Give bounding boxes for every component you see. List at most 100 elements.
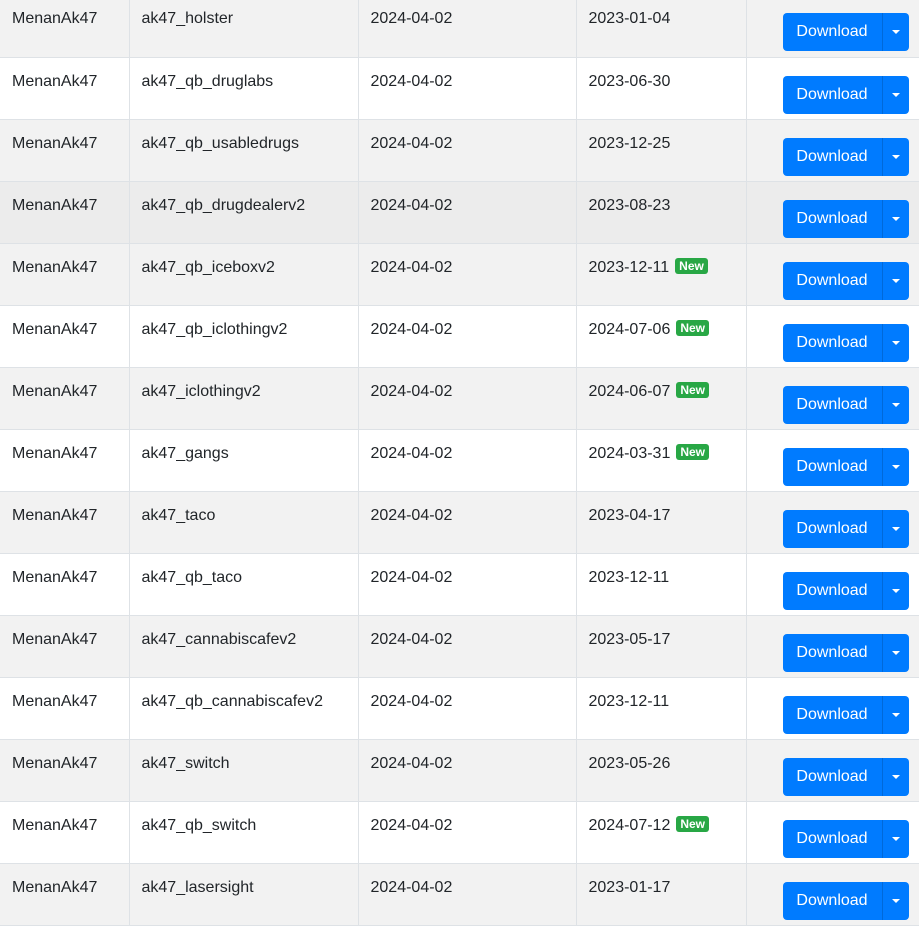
caret-down-icon (891, 898, 900, 903)
resource-cell: ak47_gangs (128, 429, 359, 492)
added-date: 2024-04-02 (370, 506, 453, 524)
updated-date: 2023-06-30 (588, 72, 671, 90)
author-name: MenanAk47 (12, 444, 98, 462)
download-dropdown-toggle[interactable] (881, 199, 909, 238)
action-cell: Download (745, 491, 919, 554)
updated-date-cell: 2023-01-04 (575, 0, 747, 58)
added-date-cell: 2024-04-02 (357, 491, 577, 554)
author-cell: MenanAk47 (0, 243, 130, 306)
added-date-cell: 2024-04-02 (357, 367, 577, 430)
download-button[interactable]: Download (782, 75, 882, 114)
download-dropdown-toggle[interactable] (881, 571, 909, 610)
author-name: MenanAk47 (12, 72, 98, 90)
download-dropdown-toggle[interactable] (881, 695, 909, 734)
download-button[interactable]: Download (782, 13, 882, 51)
resource-name: ak47_taco (141, 506, 216, 524)
updated-date-cell: 2023-05-17 (575, 615, 747, 678)
download-button[interactable]: Download (782, 385, 882, 424)
download-button-group: Download (782, 323, 909, 362)
updated-date: 2023-05-17 (588, 630, 671, 648)
added-date: 2024-04-02 (370, 134, 453, 152)
resource-cell: ak47_qb_switch (128, 801, 359, 864)
table-row: MenanAk47 ak47_qb_switch 2024-04-02 2024… (0, 801, 919, 864)
added-date-cell: 2024-04-02 (357, 305, 577, 368)
download-dropdown-toggle[interactable] (881, 13, 909, 51)
download-button-group: Download (782, 819, 909, 858)
updated-date-cell: 2023-01-17 (575, 863, 747, 926)
action-cell: Download (745, 367, 919, 430)
resource-name: ak47_cannabiscafev2 (141, 630, 297, 648)
author-cell: MenanAk47 (0, 57, 130, 120)
download-button-group: Download (782, 261, 909, 300)
added-date-cell: 2024-04-02 (357, 863, 577, 926)
action-cell: Download (745, 863, 919, 926)
caret-down-icon (891, 30, 900, 34)
updated-date-cell: 2024-06-07 New (575, 367, 747, 430)
action-cell: Download (745, 57, 919, 120)
download-dropdown-toggle[interactable] (881, 323, 909, 362)
download-button[interactable]: Download (782, 137, 882, 176)
updated-date: 2023-12-11 (588, 568, 670, 586)
download-button[interactable]: Download (782, 447, 882, 486)
action-cell: Download (745, 0, 919, 58)
download-button[interactable]: Download (782, 757, 882, 796)
download-button[interactable]: Download (782, 819, 882, 858)
added-date: 2024-04-02 (370, 196, 453, 214)
download-button[interactable]: Download (782, 509, 882, 548)
updated-date: 2023-05-26 (588, 754, 671, 772)
caret-down-icon (891, 92, 900, 97)
download-dropdown-toggle[interactable] (881, 881, 909, 920)
action-cell: Download (745, 243, 919, 306)
caret-down-icon (891, 154, 900, 159)
download-dropdown-toggle[interactable] (881, 261, 909, 300)
resource-cell: ak47_iclothingv2 (128, 367, 359, 430)
download-button[interactable]: Download (782, 571, 882, 610)
author-cell: MenanAk47 (0, 677, 130, 740)
download-button[interactable]: Download (782, 323, 882, 362)
download-button[interactable]: Download (782, 695, 882, 734)
updated-date-cell: 2024-07-12 New (575, 801, 747, 864)
table-row: MenanAk47 ak47_iclothingv2 2024-04-02 20… (0, 367, 919, 430)
download-dropdown-toggle[interactable] (881, 75, 909, 114)
resource-name: ak47_qb_druglabs (141, 72, 274, 90)
download-dropdown-toggle[interactable] (881, 819, 909, 858)
download-button[interactable]: Download (782, 633, 882, 672)
added-date: 2024-04-02 (370, 72, 453, 90)
table-row: MenanAk47 ak47_lasersight 2024-04-02 202… (0, 863, 919, 926)
resource-name: ak47_qb_cannabiscafev2 (141, 692, 323, 710)
updated-date-cell: 2023-12-11 (575, 553, 747, 616)
added-date: 2024-04-02 (370, 382, 453, 400)
table-row: MenanAk47 ak47_qb_drugdealerv2 2024-04-0… (0, 181, 919, 244)
download-button[interactable]: Download (782, 261, 882, 300)
added-date-cell: 2024-04-02 (357, 553, 577, 616)
caret-down-icon (891, 774, 900, 779)
table-row: MenanAk47 ak47_qb_cannabiscafev2 2024-04… (0, 677, 919, 740)
download-dropdown-toggle[interactable] (881, 447, 909, 486)
updated-date: 2023-01-04 (588, 10, 671, 27)
added-date: 2024-04-02 (370, 258, 453, 276)
download-dropdown-toggle[interactable] (881, 385, 909, 424)
download-dropdown-toggle[interactable] (881, 137, 909, 176)
caret-down-icon (891, 588, 900, 593)
download-dropdown-toggle[interactable] (881, 509, 909, 548)
download-button[interactable]: Download (782, 881, 882, 920)
resource-name: ak47_qb_taco (141, 568, 243, 586)
author-cell: MenanAk47 (0, 739, 130, 802)
download-dropdown-toggle[interactable] (881, 757, 909, 796)
resource-name: ak47_qb_iclothingv2 (141, 320, 288, 338)
download-button[interactable]: Download (782, 199, 882, 238)
updated-date: 2023-04-17 (588, 506, 671, 524)
action-cell: Download (745, 429, 919, 492)
updated-date-cell: 2023-06-30 (575, 57, 747, 120)
table-row: MenanAk47 ak47_qb_iceboxv2 2024-04-02 20… (0, 243, 919, 306)
download-dropdown-toggle[interactable] (881, 633, 909, 672)
added-date-cell: 2024-04-02 (357, 119, 577, 182)
caret-down-icon (891, 216, 900, 221)
author-cell: MenanAk47 (0, 491, 130, 554)
author-name: MenanAk47 (12, 692, 98, 710)
caret-down-icon (891, 464, 900, 469)
author-name: MenanAk47 (12, 754, 98, 772)
author-name: MenanAk47 (12, 568, 98, 586)
new-badge: New (676, 381, 710, 398)
updated-date: 2024-07-12 (588, 816, 671, 834)
